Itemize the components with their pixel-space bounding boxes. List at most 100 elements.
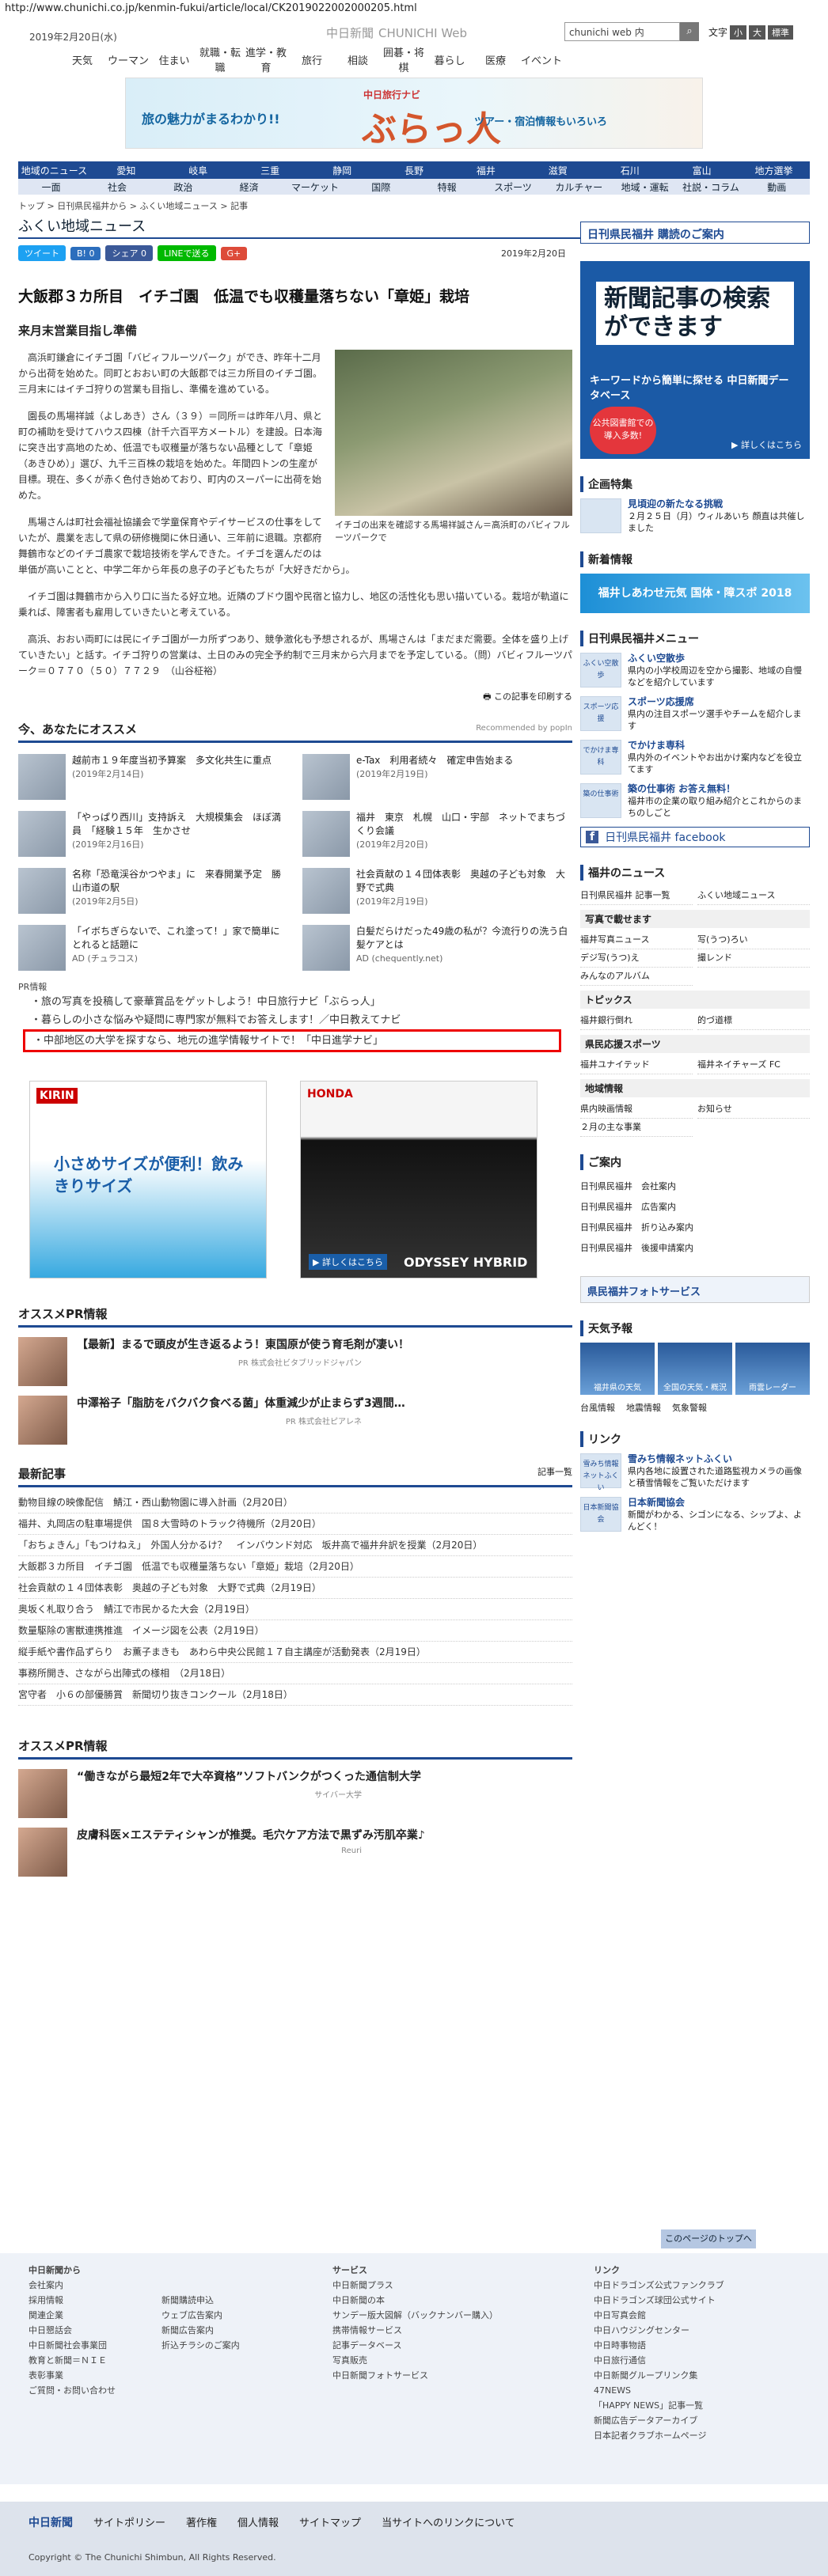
kokutai-banner[interactable]: 福井しあわせ元気 国体・障スポ 2018 [580, 574, 810, 613]
region-nav-item[interactable]: 長野 [378, 164, 450, 177]
top-nav-item[interactable]: 旅行 [289, 52, 335, 67]
region-nav-item[interactable]: 福井 [450, 164, 522, 177]
honda-more[interactable]: ▶ 詳しくはこちら [309, 1254, 387, 1270]
genre-nav-item[interactable]: 政治 [150, 180, 216, 194]
genre-nav-item[interactable]: マーケット [282, 180, 348, 194]
footer-link[interactable]: 写真販売 [332, 2353, 498, 2368]
footer-link[interactable]: 中日新聞社会事業団 [28, 2338, 116, 2353]
region-nav-item[interactable]: 地域のニュース [18, 164, 90, 177]
side-link-photos[interactable]: 写(うつ)ろい [697, 931, 810, 949]
facebook-link[interactable]: f 日刊県民福井 facebook [580, 827, 810, 847]
footer-link[interactable]: 表彰事業 [28, 2368, 116, 2383]
weather-link[interactable]: 気象警報 [672, 1401, 707, 1414]
page-top-button[interactable]: このページのトップへ [661, 2229, 756, 2248]
font-large-button[interactable]: 大 [749, 25, 766, 40]
latest-item[interactable]: 大飯郡３カ所目 イチゴ園 低温でも収穫量落ちない「章姫」栽培（2月20日） [18, 1556, 572, 1578]
footer-link[interactable]: 「HAPPY NEWS」記事一覧 [594, 2398, 724, 2413]
side-link-topics[interactable]: 福井銀行倒れ [580, 1012, 693, 1030]
footer-link[interactable]: 中日ドラゴンズ公式ファンクラブ [594, 2278, 724, 2293]
region-nav-item[interactable]: 静岡 [306, 164, 378, 177]
footer-link[interactable]: 折込チラシのご案内 [161, 2338, 240, 2353]
side-link-photos[interactable]: 撮レンド [697, 949, 810, 968]
latest-item[interactable]: 宮守者 小６の部優勝賞 新聞切り抜きコンクール（2月18日） [18, 1684, 572, 1706]
genre-nav-item[interactable]: 社会 [84, 180, 150, 194]
footer-link[interactable]: 新聞購読申込 [161, 2293, 240, 2308]
weather-tile[interactable]: 福井県の天気 [580, 1343, 655, 1395]
recommend-item[interactable]: 越前市１９年度当初予算案 多文化共生に重点 (2019年2月14日) [18, 754, 288, 803]
footer-link[interactable]: 新聞広告データアーカイブ [594, 2413, 724, 2428]
footer-link[interactable]: サンデー版大図解（バックナンバー購入） [332, 2308, 498, 2323]
side-link-item[interactable]: 雪みち情報ネットふくい 雪みち情報ネットふくい 県内各地に設置された道路監視カメラの… [580, 1453, 810, 1492]
footer-link[interactable]: 教育と新聞＝ＮＩＥ [28, 2353, 116, 2368]
footer-logo[interactable]: 中日新聞 [28, 2514, 73, 2530]
footer-link[interactable]: 中日新聞グループリンク集 [594, 2368, 724, 2383]
pr-item[interactable]: ・暮らしの小さな悩みや疑問に専門家が無料でお答えします！／中日教えてナビ [31, 1011, 572, 1029]
footer-bottom-link[interactable]: サイトマップ [299, 2514, 361, 2530]
hatena-button[interactable]: B! 0 [70, 246, 101, 260]
annai-item[interactable]: 日刊県民福井 会社案内 [580, 1176, 810, 1197]
weather-link[interactable]: 地震情報 [626, 1401, 661, 1414]
print-link[interactable]: 🖶 この記事を印刷する [18, 690, 572, 705]
genre-nav-item[interactable]: 動画 [744, 180, 810, 194]
recommend-item[interactable]: e-Tax 利用者続々 確定申告始まる (2019年2月19日) [302, 754, 572, 803]
annai-item[interactable]: 日刊県民福井 折り込み案内 [580, 1218, 810, 1238]
footer-link[interactable]: 中日懇話会 [28, 2323, 116, 2338]
top-nav-item[interactable]: 天気 [59, 52, 105, 67]
latest-more-link[interactable]: 記事一覧 [537, 1465, 572, 1478]
font-small-button[interactable]: 小 [730, 25, 747, 40]
recommend-item[interactable]: 福井 東京 札幌 山口・宇部 ネットでまちづくり会議 (2019年2月20日) [302, 811, 572, 860]
site-logo[interactable]: 中日新聞 CHUNICHI Web [321, 22, 467, 42]
latest-item[interactable]: 動物目線の映像配信 鯖江・西山動物園に導入計画（2月20日） [18, 1492, 572, 1513]
side-link-photos[interactable]: 福井写真ニュース [580, 931, 693, 949]
footer-link[interactable]: 新聞広告案内 [161, 2323, 240, 2338]
latest-item[interactable]: 事務所開き、さながら出陣式の様相 （2月18日） [18, 1663, 572, 1684]
footer-link[interactable]: 採用情報 [28, 2293, 116, 2308]
search-icon[interactable]: ⌕ [680, 22, 699, 41]
side-link-item[interactable]: 日本新聞協会 日本新聞協会 新聞がわかる、シゴンになる、シップよ、よんどく！ [580, 1497, 810, 1532]
footer-link[interactable]: 携帯情報サービス [332, 2323, 498, 2338]
footer-link[interactable]: 日本記者クラブホームページ [594, 2428, 724, 2443]
recommend-item[interactable]: 「イボちぎらないで、これ塗って！」家で簡単にとれると話題に AD (チュラコス) [18, 925, 288, 974]
genre-nav-item[interactable]: 特報 [414, 180, 480, 194]
tweet-button[interactable]: ツイート [18, 245, 66, 261]
footer-link[interactable]: 47NEWS [594, 2383, 724, 2398]
footer-link[interactable]: ご質問・お問い合わせ [28, 2383, 116, 2398]
kikaku-item[interactable]: 見頃迎の新たなる挑戦 ２月２５日（月）ウィルあいち 顔直は共催しました [580, 498, 810, 534]
footer-link[interactable]: 中日時事物語 [594, 2338, 724, 2353]
side-link-chiiki[interactable]: ２月の主な事業 [580, 1119, 693, 1137]
side-link-sports[interactable]: 福井ユナイテッド [580, 1056, 693, 1074]
top-nav-item[interactable]: 医療 [473, 52, 518, 67]
footer-bottom-link[interactable]: 当サイトへのリンクについて [382, 2514, 515, 2530]
database-ad[interactable]: 新聞記事の検索ができます キーワードから簡単に探せる 中日新聞データベース 公共… [580, 261, 810, 459]
footer-link[interactable]: 関連企業 [28, 2308, 116, 2323]
pr-item-highlighted[interactable]: ・中部地区の大学を探すなら、地元の進学情報サイトで！「中日進学ナビ」 [23, 1029, 561, 1052]
footer-link[interactable]: 中日新聞フォトサービス [332, 2368, 498, 2383]
footer-link[interactable]: 会社案内 [28, 2278, 116, 2293]
footer-bottom-link[interactable]: 個人情報 [237, 2514, 279, 2530]
latest-item[interactable]: 縦手紙や書作品ずらり お薫子まきも あわら中央公民館１７自主講座が活動発表（2月… [18, 1642, 572, 1663]
region-nav-item[interactable]: 地方選挙 [738, 164, 810, 177]
footer-link[interactable]: 中日写真会館 [594, 2308, 724, 2323]
recommend-item[interactable]: 「やっぱり西川」支持訴え 大規模集会 ほぼ満員 「経験１５年 生かさせ (2019… [18, 811, 288, 860]
kirin-ad[interactable]: KIRIN 小さめサイズが便利！飲みきりサイズ [29, 1081, 267, 1279]
genre-nav-item[interactable]: 国際 [348, 180, 414, 194]
region-nav-item[interactable]: 石川 [594, 164, 666, 177]
footer-link[interactable]: 中日旅行通信 [594, 2353, 724, 2368]
genre-nav-item[interactable]: スポーツ [480, 180, 545, 194]
latest-item[interactable]: 福井、丸岡店の駐車場提供 国８大雪時のトラック待機所（2月20日） [18, 1513, 572, 1535]
side-menu-item[interactable]: でかけま専科 でかけま専科 県内外のイベントやお出かけ案内などを役立てます [580, 740, 810, 775]
pr-item[interactable]: ・旅の写真を投稿して豪華賞品をゲットしよう！中日旅行ナビ「ぶらっ人」 [31, 993, 572, 1011]
top-nav-item[interactable]: イベント [518, 52, 564, 67]
line-button[interactable]: LINEで送る [157, 245, 216, 261]
pr-info-item[interactable]: 中澤裕子「脂肪をバクバク食べる菌」体重減少が止まらず3週間… PR 株式会社ピアレ… [18, 1396, 572, 1445]
honda-ad[interactable]: HONDA ▶ 詳しくはこちら ODYSSEY HYBRID [300, 1081, 537, 1279]
side-link-topics[interactable]: 的づ道標 [697, 1012, 810, 1030]
photo-service-link[interactable]: 県民福井フォトサービス [580, 1276, 810, 1303]
search-input[interactable]: chunichi web 内 [564, 22, 680, 41]
pr-info-item[interactable]: 皮膚科医×エステティシャンが推奨。毛穴ケア方法で黒ずみ汚肌卒業♪ Reuri [18, 1828, 572, 1877]
footer-bottom-link[interactable]: サイトポリシー [93, 2514, 165, 2530]
recommend-item[interactable]: 白髪だらけだった49歳の私が？今流行りの洗う白髪ケアとは AD (chequent… [302, 925, 572, 974]
footer-link[interactable]: 中日新聞の本 [332, 2293, 498, 2308]
footer-link[interactable]: 中日新聞プラス [332, 2278, 498, 2293]
annai-item[interactable]: 日刊県民福井 後援申請案内 [580, 1238, 810, 1259]
